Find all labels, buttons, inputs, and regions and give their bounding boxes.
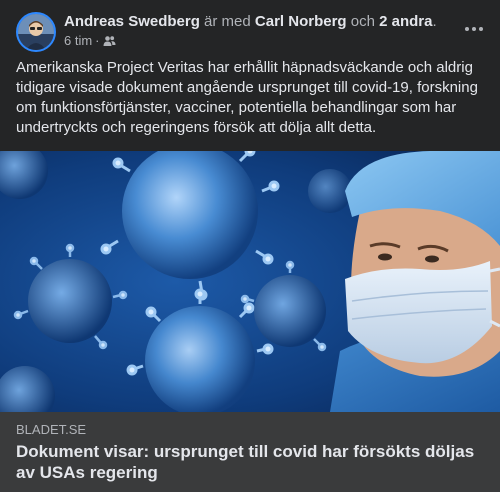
post-header: Andreas Swedberg är med Carl Norberg och… — [16, 12, 484, 52]
post-meta: 6 tim · — [64, 33, 116, 49]
link-title[interactable]: Dokument visar: ursprunget till covid ha… — [16, 441, 476, 483]
friends-icon[interactable] — [103, 33, 116, 48]
author-avatar[interactable] — [16, 12, 56, 52]
tagged-person[interactable]: Carl Norberg — [255, 13, 347, 30]
post-text: Amerikanska Project Veritas har erhållit… — [16, 59, 478, 136]
with-text: är med — [204, 13, 251, 30]
tagged-others[interactable]: 2 andra — [379, 13, 432, 30]
and-text: och — [350, 13, 375, 30]
period: . — [432, 13, 437, 30]
author-name[interactable]: Andreas Swedberg — [64, 13, 200, 30]
post-time[interactable]: 6 tim — [64, 33, 92, 48]
more-options-icon[interactable] — [460, 18, 488, 40]
separator-dot: · — [95, 33, 100, 48]
link-domain: BLADET.SE — [16, 422, 87, 437]
post-author-line: Andreas Swedberg är med Carl Norberg och… — [64, 12, 437, 31]
link-preview[interactable]: BLADET.SE Dokument visar: ursprunget til… — [0, 412, 500, 492]
virus-doctor-illustration — [0, 151, 500, 412]
link-preview-image[interactable] — [0, 151, 500, 412]
feed-post: Andreas Swedberg är med Carl Norberg och… — [0, 0, 500, 492]
